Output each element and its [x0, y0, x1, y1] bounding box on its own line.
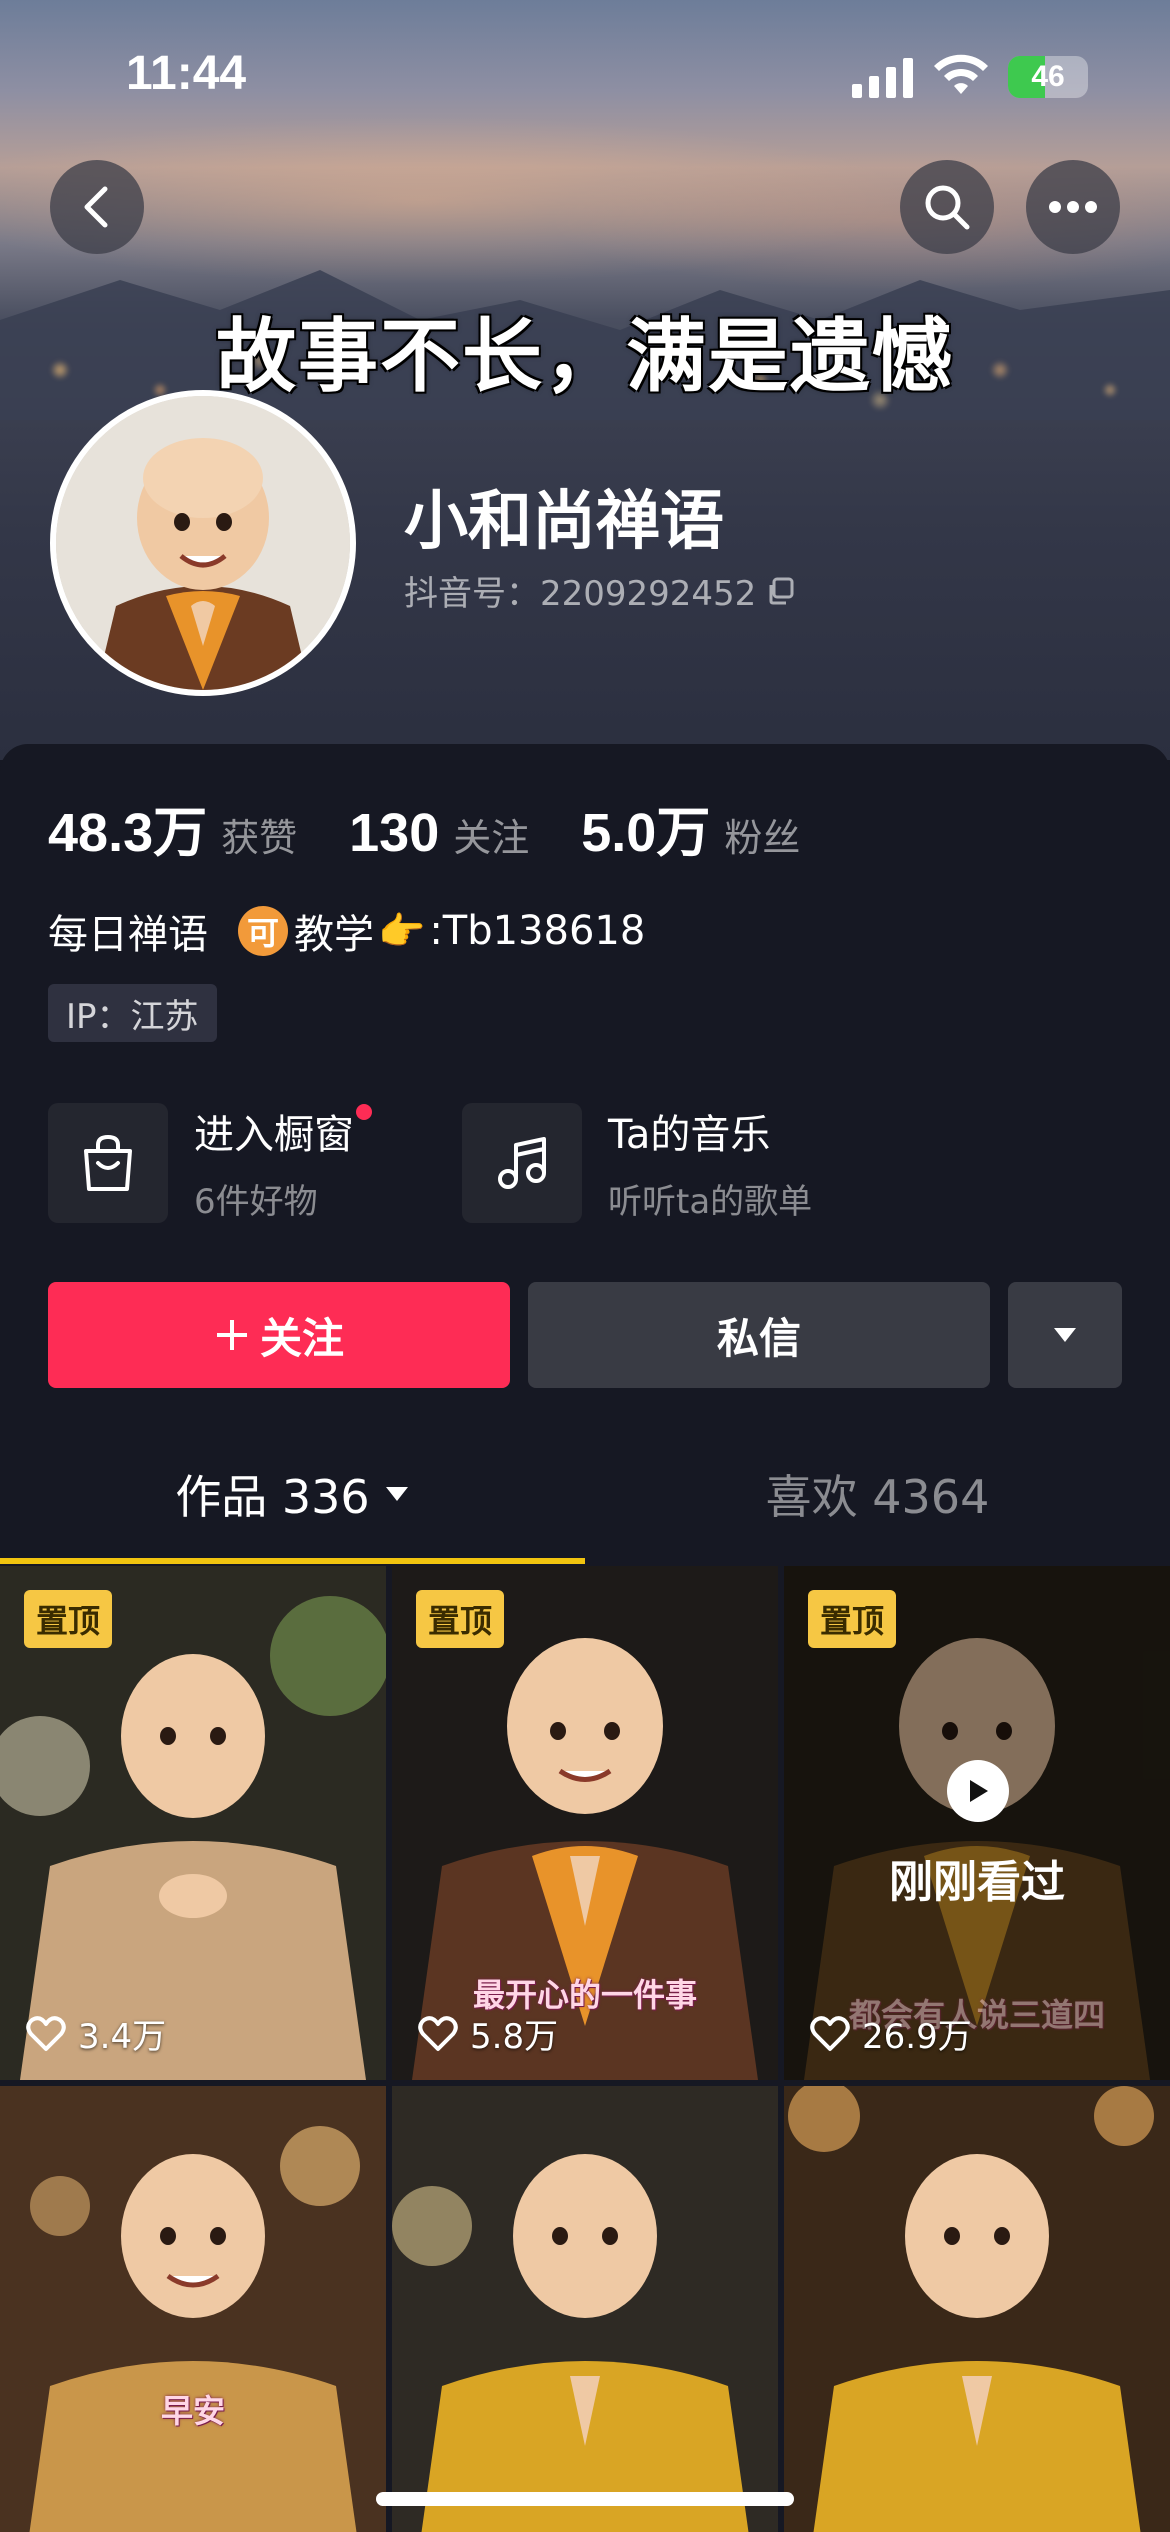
pinned-badge: 置顶	[416, 1590, 505, 1648]
plus-icon	[216, 1320, 247, 1350]
stat-likes-label: 获赞	[221, 816, 298, 860]
active-tab-indicator	[0, 1558, 585, 1564]
cellular-signal-icon	[852, 58, 913, 98]
recommend-dropdown-button[interactable]	[1008, 1282, 1122, 1388]
more-options-button[interactable]	[1026, 160, 1120, 254]
bio-text-1: 每日禅语	[48, 912, 208, 958]
search-icon	[925, 185, 970, 230]
heart-outline-icon	[810, 2015, 850, 2051]
video-thumbnail[interactable]: 置顶 3.4万	[0, 1566, 386, 2080]
video-thumbnail[interactable]	[392, 2086, 778, 2532]
banner-title: 故事不长，满是遗憾	[216, 310, 954, 403]
bio-text-3: :Tb138618	[429, 908, 646, 954]
shop-title: 进入橱窗	[194, 1102, 372, 1160]
more-dots-icon	[1049, 201, 1097, 213]
bio-text-2: 教学	[294, 912, 374, 958]
recently-watched-label: 刚刚看过	[889, 1857, 1065, 1908]
video-thumbnail[interactable]	[784, 2086, 1170, 2532]
play-icon	[947, 1760, 1009, 1822]
douyin-id-text: 抖音号：2209292452	[404, 574, 757, 614]
coin-icon: 可	[238, 906, 288, 956]
status-time: 11:44	[126, 47, 247, 100]
notification-dot	[356, 1104, 372, 1120]
battery-level-text: 46	[1031, 60, 1065, 93]
music-entry[interactable]: Ta的音乐 听听ta的歌单	[462, 1102, 812, 1223]
music-icon-box	[462, 1102, 582, 1223]
avatar[interactable]	[50, 390, 356, 696]
shop-subtitle: 6件好物	[194, 1182, 318, 1222]
wifi-icon	[934, 54, 988, 94]
pinned-badge: 置顶	[808, 1590, 897, 1648]
stats-row: 48.3万 获赞 130 关注 5.0万 粉丝	[48, 788, 852, 867]
triangle-down-icon	[385, 1487, 408, 1501]
douyin-id[interactable]: 抖音号：2209292452	[404, 566, 796, 615]
heart-outline-icon	[418, 2015, 458, 2051]
battery-icon: 46	[1008, 56, 1088, 98]
follow-button[interactable]: 关注	[48, 1282, 510, 1388]
video-thumbnail[interactable]: 置顶 刚刚看过 都会有人说三道四 26.9万	[784, 1566, 1170, 2080]
pointing-hand-icon: 👉	[378, 908, 426, 953]
tab-works[interactable]: 作品 336	[0, 1434, 585, 1554]
monk-thumbnail-art	[0, 2086, 386, 2532]
home-indicator[interactable]	[376, 2492, 794, 2506]
stat-followers-number: 5.0万	[581, 803, 711, 863]
back-button[interactable]	[50, 160, 144, 254]
music-subtitle: 听听ta的歌单	[608, 1182, 813, 1222]
monk-avatar-illustration	[56, 396, 350, 690]
video-caption-overlay: 早安	[160, 2392, 225, 2430]
stat-likes[interactable]: 48.3万 获赞	[48, 788, 297, 867]
tab-works-label: 作品 336	[175, 1470, 370, 1524]
chevron-left-icon	[84, 186, 108, 228]
monk-thumbnail-art	[784, 2086, 1170, 2532]
ip-location-tag: IP：江苏	[48, 984, 217, 1042]
video-likes-count: 26.9万	[862, 2017, 972, 2057]
video-likes: 3.4万	[26, 2009, 166, 2058]
search-button[interactable]	[900, 160, 994, 254]
video-likes-count: 5.8万	[470, 2017, 559, 2057]
follow-label: 关注	[259, 1313, 344, 1363]
pinned-badge: 置顶	[24, 1590, 113, 1648]
heart-outline-icon	[26, 2015, 66, 2051]
tab-likes[interactable]: 喜欢 4364	[585, 1434, 1170, 1554]
music-note-icon	[498, 1136, 546, 1189]
video-likes-count: 3.4万	[78, 2017, 167, 2057]
bio: 每日禅语 可 教学 👉 :Tb138618	[48, 902, 645, 960]
triangle-down-icon	[1054, 1328, 1076, 1342]
video-likes: 5.8万	[418, 2009, 558, 2058]
video-likes: 26.9万	[810, 2009, 972, 2058]
stat-followers-label: 粉丝	[724, 816, 801, 860]
shop-icon-box	[48, 1102, 168, 1223]
shopping-bag-icon	[84, 1134, 132, 1191]
stat-following-number: 130	[349, 803, 440, 863]
stat-following[interactable]: 130 关注	[349, 802, 529, 864]
shop-window-entry[interactable]: 进入橱窗 6件好物	[48, 1102, 372, 1223]
stat-following-label: 关注	[453, 816, 530, 860]
stat-likes-number: 48.3万	[48, 803, 208, 863]
message-button[interactable]: 私信	[528, 1282, 990, 1388]
monk-thumbnail-art	[392, 2086, 778, 2532]
video-thumbnail[interactable]: 早安	[0, 2086, 386, 2532]
copy-icon[interactable]	[766, 576, 796, 606]
video-thumbnail[interactable]: 置顶 最开心的一件事 5.8万	[392, 1566, 778, 2080]
stat-followers[interactable]: 5.0万 粉丝	[581, 788, 800, 867]
status-bar: 11:44 46	[0, 0, 1170, 150]
profile-panel: 48.3万 获赞 130 关注 5.0万 粉丝 每日禅语 可 教学 👉 :Tb1…	[0, 744, 1170, 2532]
music-title: Ta的音乐	[608, 1112, 771, 1158]
profile-name: 小和尚禅语	[404, 485, 724, 559]
content-tabs: 作品 336 喜欢 4364	[0, 1434, 1170, 1562]
